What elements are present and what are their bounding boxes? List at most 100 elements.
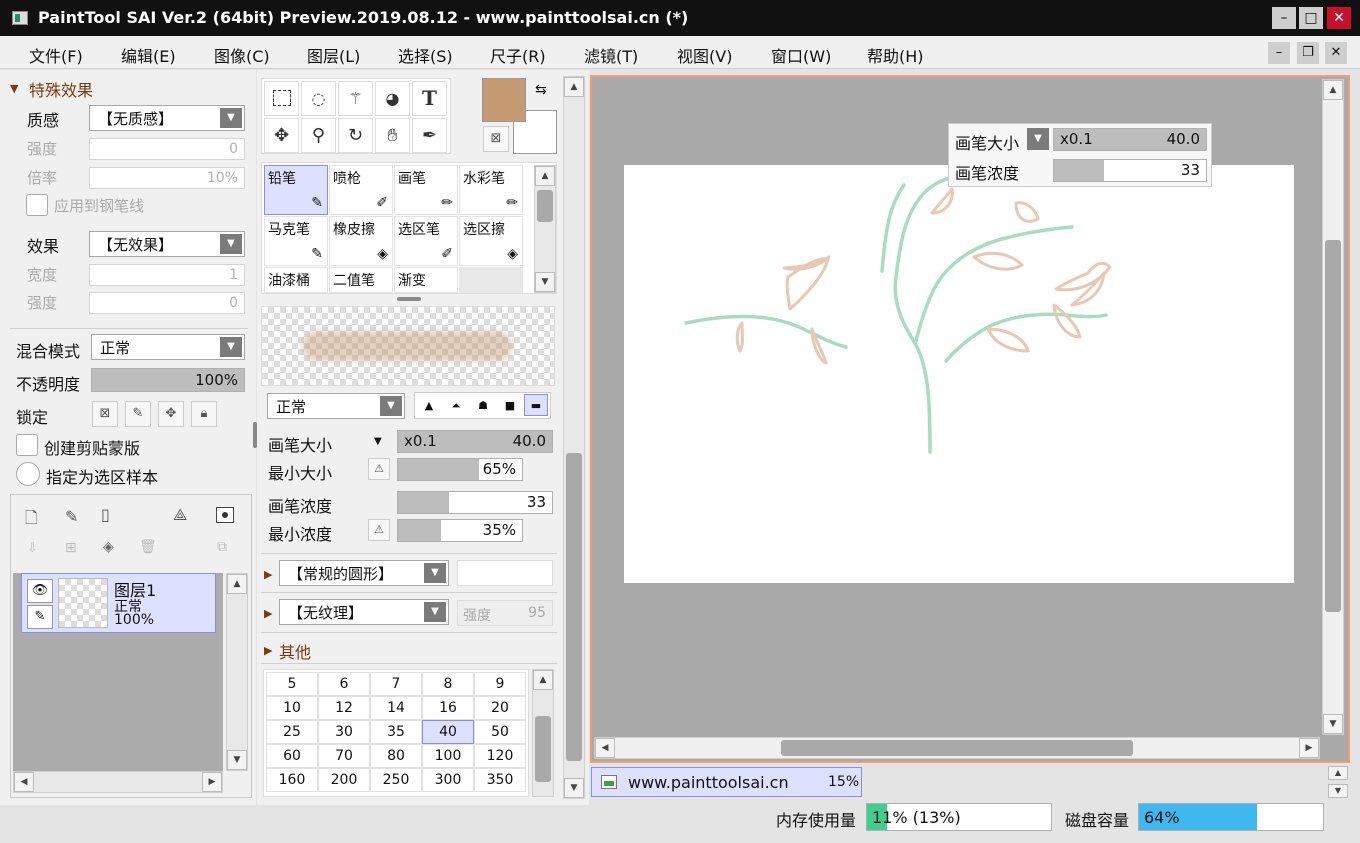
layer-scrollbar[interactable]: ▲ ▼ — [226, 573, 248, 771]
scroll-thumb[interactable] — [566, 453, 582, 761]
menu-ruler[interactable]: 尺子(R) — [490, 43, 546, 67]
pressure-icon[interactable]: ⚠︎ — [368, 519, 390, 541]
collapse-triangle-icon[interactable]: ▼ — [10, 82, 18, 95]
brush-gradient[interactable]: 渐变 — [394, 267, 458, 293]
size-preset-10[interactable]: 10 — [266, 696, 318, 720]
brush-selection-pen[interactable]: 选区笔 ✐ — [394, 216, 458, 266]
blend-mode-dropdown[interactable]: 正常 ▼ — [91, 334, 245, 360]
size-preset-250[interactable]: 250 — [370, 768, 422, 792]
min-density-slider[interactable]: 35% — [397, 519, 523, 542]
menu-image[interactable]: 图像(C) — [214, 43, 270, 67]
opacity-slider[interactable]: 100% — [91, 368, 245, 392]
scroll-left-icon[interactable]: ◀ — [14, 772, 34, 792]
canvas-viewport[interactable]: 画笔大小 ▼ x0.1 40.0 画笔浓度 33 ▲ ▼ ◀ ▶ — [590, 75, 1350, 763]
brush-blend-dropdown[interactable]: 正常 ▼ — [267, 393, 405, 419]
menu-filter[interactable]: 滤镜(T) — [584, 43, 638, 67]
menu-window[interactable]: 窗口(W) — [771, 43, 831, 67]
edge-hardest-icon[interactable]: ▬ — [524, 394, 548, 416]
brush-marker[interactable]: 马克笔 ✎ — [264, 216, 328, 266]
expand-triangle-icon[interactable]: ▶ — [264, 644, 272, 657]
zoom-icon[interactable]: ⚲ — [301, 118, 336, 153]
size-preset-100[interactable]: 100 — [422, 744, 474, 768]
eye-icon[interactable]: 👁︎ — [27, 579, 53, 603]
size-preset-70[interactable]: 70 — [318, 744, 370, 768]
canvas-document[interactable] — [624, 165, 1294, 583]
hand-icon[interactable]: ✋︎ — [375, 118, 410, 153]
size-preset-300[interactable]: 300 — [422, 768, 474, 792]
doc-restore-button[interactable]: ❐ — [1297, 42, 1319, 64]
size-preset-9[interactable]: 9 — [474, 672, 526, 696]
edge-harder-icon[interactable]: ■ — [498, 395, 522, 417]
size-preset-50[interactable]: 50 — [474, 720, 526, 744]
maximize-button[interactable]: □ — [1299, 7, 1323, 29]
sample-radio[interactable] — [16, 462, 40, 486]
menu-layer[interactable]: 图层(L) — [307, 43, 360, 67]
size-preset-80[interactable]: 80 — [370, 744, 422, 768]
brush-scrollbar[interactable]: ▲ ▼ — [534, 165, 556, 293]
texture-dropdown[interactable]: 【无质感】 ▼ — [89, 105, 245, 131]
effect-dropdown[interactable]: 【无效果】 ▼ — [89, 231, 245, 257]
layer-row[interactable]: 👁︎ ✎ 图层1 正常 100% — [21, 573, 216, 633]
close-button[interactable]: ✕ — [1327, 7, 1351, 29]
brush-brush[interactable]: 画笔 ✏ — [394, 165, 458, 215]
document-tab[interactable]: www.painttoolsai.cn 15% — [591, 767, 862, 797]
brush-texture-dropdown[interactable]: 【无纹理】 ▼ — [279, 599, 449, 625]
edge-medium-icon[interactable]: ⏶ — [444, 395, 468, 417]
clip-mask-checkbox[interactable] — [16, 434, 38, 456]
magic-wand-icon[interactable]: ⚚ — [338, 81, 373, 116]
move-icon[interactable]: ✥ — [264, 118, 299, 153]
apply-pen-checkbox[interactable] — [26, 194, 48, 216]
scroll-thumb[interactable] — [1325, 240, 1341, 612]
trash-icon[interactable]: 🗑︎ — [139, 539, 157, 555]
text-tool-icon[interactable]: T — [412, 81, 447, 116]
doc-minimize-button[interactable]: – — [1268, 42, 1290, 64]
brush-binary-pen[interactable]: 二值笔 — [329, 267, 393, 293]
density-slider[interactable]: 33 — [397, 491, 553, 514]
scroll-thumb[interactable] — [537, 190, 553, 222]
size-preset-120[interactable]: 120 — [474, 744, 526, 768]
size-preset-200[interactable]: 200 — [318, 768, 370, 792]
pressure-icon[interactable]: ⚠︎ — [368, 458, 390, 480]
brush-airbrush[interactable]: 喷枪 ✐ — [329, 165, 393, 215]
quick-density-slider[interactable]: 33 — [1053, 159, 1207, 182]
merge-down-icon[interactable]: ⇩ — [27, 541, 38, 556]
scroll-up-icon[interactable]: ▲ — [533, 670, 553, 690]
minimize-button[interactable]: – — [1272, 7, 1296, 29]
edge-soft-icon[interactable]: ▲ — [417, 395, 441, 417]
texture-strength-field[interactable]: 强度 95 — [457, 600, 553, 626]
rotate-icon[interactable]: ↻ — [338, 118, 373, 153]
other-header[interactable]: 其他 — [279, 639, 311, 663]
tab-scroll-up-icon[interactable]: ▲ — [1328, 766, 1348, 780]
lock-move-icon[interactable]: ✥ — [158, 401, 184, 427]
size-preset-6[interactable]: 6 — [318, 672, 370, 696]
brush-pencil[interactable]: 铅笔 ✎ — [264, 165, 328, 215]
strength-field[interactable]: 0 — [89, 138, 245, 160]
pencil-icon[interactable]: ✎ — [27, 605, 53, 629]
scroll-down-icon[interactable]: ▼ — [1323, 714, 1343, 734]
scroll-thumb[interactable] — [535, 716, 551, 782]
brush-shape-dropdown[interactable]: 【常规的圆形】 ▼ — [279, 560, 449, 586]
eyedropper-icon[interactable]: ✒ — [412, 118, 447, 153]
size-preset-350[interactable]: 350 — [474, 768, 526, 792]
scroll-up-icon[interactable]: ▲ — [535, 166, 555, 186]
menu-file[interactable]: 文件(F) — [29, 43, 83, 67]
scroll-up-icon[interactable]: ▲ — [227, 574, 247, 594]
expand-triangle-icon[interactable]: ▶ — [264, 568, 272, 581]
size-preset-60[interactable]: 60 — [266, 744, 318, 768]
new-folder-icon[interactable]: ▯ — [101, 505, 110, 524]
scroll-down-icon[interactable]: ▼ — [564, 778, 584, 798]
tool-panel-scrollbar[interactable]: ▲ ▼ — [563, 76, 585, 799]
size-preset-20[interactable]: 20 — [474, 696, 526, 720]
size-preset-160[interactable]: 160 — [266, 768, 318, 792]
scroll-down-icon[interactable]: ▼ — [227, 750, 247, 770]
scroll-right-icon[interactable]: ▶ — [1299, 738, 1319, 758]
scroll-down-icon[interactable]: ▼ — [535, 272, 555, 292]
lock-all-icon[interactable]: 🔒︎ — [191, 401, 217, 427]
canvas-hscrollbar[interactable]: ◀ ▶ — [594, 737, 1320, 759]
size-preset-30[interactable]: 30 — [318, 720, 370, 744]
scale-field[interactable]: 10% — [89, 167, 245, 189]
transparent-color-icon[interactable]: ⊠ — [483, 126, 509, 152]
size-preset-40[interactable]: 40 — [422, 720, 474, 744]
merge-visible-icon[interactable]: ⧉ — [217, 539, 227, 555]
new-layer-icon[interactable]: 🗋 — [25, 507, 38, 534]
